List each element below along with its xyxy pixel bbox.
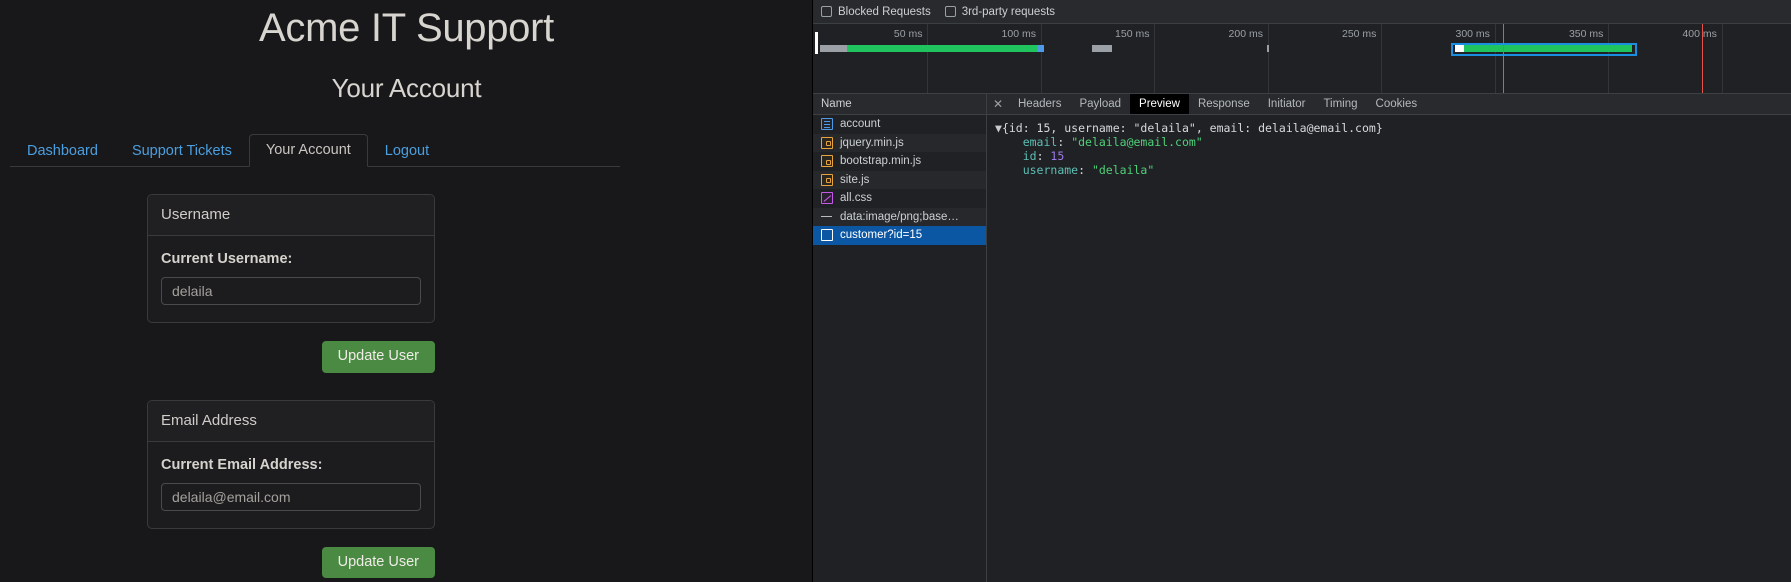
detail-tab-cookies[interactable]: Cookies — [1367, 94, 1427, 114]
email-button-row: Update User — [0, 546, 435, 578]
username-input[interactable] — [161, 277, 421, 305]
request-row[interactable]: jquery.min.js — [813, 133, 986, 152]
expand-arrow-icon[interactable]: ▼ — [995, 121, 1002, 135]
page-content: Acme IT Support Your Account Dashboard S… — [0, 0, 812, 578]
network-timeline-overview[interactable]: 50 ms 100 ms 150 ms 200 ms 250 ms 300 ms 350 m… — [813, 24, 1791, 94]
nav-tab-logout[interactable]: Logout — [368, 135, 446, 168]
timeline-event-marker — [1702, 24, 1704, 93]
script-icon — [821, 173, 833, 186]
preview-json-viewer[interactable]: ▼{id: 15, username: "delaila", email: de… — [987, 115, 1791, 582]
current-username-label: Current Username: — [161, 251, 293, 267]
json-property-row: username: "delaila" — [1022, 163, 1155, 177]
update-email-button[interactable]: Update User — [321, 546, 435, 578]
third-party-requests-checkbox[interactable]: 3rd-party requests — [944, 5, 1056, 18]
close-icon[interactable]: ✕ — [987, 94, 1009, 114]
json-summary-line[interactable]: ▼{id: 15, username: "delaila", email: de… — [995, 121, 1791, 135]
blocked-requests-label: Blocked Requests — [838, 5, 931, 18]
image-icon — [821, 211, 833, 223]
json-summary-mid: , email: — [1195, 121, 1259, 135]
json-summary-prefix: {id: 15, username: — [1001, 121, 1134, 135]
timeline-request-bar — [1450, 43, 1637, 56]
detail-tab-response[interactable]: Response — [1189, 94, 1259, 114]
json-key: username — [1022, 163, 1079, 177]
xhr-icon — [821, 229, 833, 242]
nav-tab-your-account[interactable]: Your Account — [248, 133, 368, 167]
request-name: data:image/png;base… — [840, 210, 959, 223]
request-list-panel: Name account jquery.min.js bootstrap.min.j… — [813, 94, 987, 582]
request-name: customer?id=15 — [840, 229, 923, 242]
request-row[interactable]: site.js — [813, 170, 986, 189]
request-name: jquery.min.js — [840, 136, 904, 149]
blocked-requests-checkbox[interactable]: Blocked Requests — [821, 6, 931, 18]
current-email-label: Current Email Address: — [161, 456, 323, 473]
request-row[interactable]: bootstrap.min.js — [813, 152, 986, 171]
email-card-header: Email Address — [148, 400, 434, 442]
json-key: email — [1022, 135, 1058, 149]
request-row[interactable]: all.css — [813, 189, 986, 208]
json-summary-email: delaila@email.com — [1258, 121, 1376, 135]
timeline-tick — [813, 24, 1723, 93]
request-name: all.css — [840, 192, 872, 205]
json-value: 15 — [1050, 149, 1065, 163]
json-value: "delaila@email.com" — [1071, 135, 1203, 149]
json-property-rows: email: "delaila@email.com" id: 15 userna… — [995, 135, 1791, 177]
json-property-row: email: "delaila@email.com" — [1022, 135, 1203, 149]
username-card-header: Username — [148, 195, 434, 236]
script-icon — [821, 136, 833, 149]
screen: Acme IT Support Your Account Dashboard S… — [0, 0, 1791, 582]
update-username-button[interactable]: Update User — [321, 341, 435, 373]
detail-tab-preview[interactable]: Preview — [1130, 94, 1189, 114]
request-detail-tabs: ✕ Headers Payload Preview Response Initiator… — [987, 94, 1791, 115]
timeline-request-bar — [846, 45, 1038, 52]
email-card-body: Current Email Address: — [148, 442, 434, 528]
email-card: Email Address Current Email Address: — [147, 399, 435, 529]
username-card: Username Current Username: — [147, 194, 435, 323]
main-navigation-tabs: Dashboard Support Tickets Your Account L… — [10, 133, 620, 167]
devtools-network-panel: Blocked Requests 3rd-party requests 50 m… — [813, 0, 1791, 582]
email-input[interactable] — [161, 482, 421, 511]
json-value: "delaila" — [1091, 163, 1155, 177]
timeline-request-bar — [819, 45, 847, 52]
timeline-request-bar — [1091, 45, 1113, 52]
request-name-column-header[interactable]: Name — [813, 94, 986, 115]
checkbox-icon — [821, 6, 832, 17]
request-name: bootstrap.min.js — [840, 155, 922, 168]
json-summary-username: "delaila" — [1133, 121, 1196, 135]
nav-tab-support-tickets[interactable]: Support Tickets — [115, 135, 249, 168]
timeline-request-bar — [1037, 45, 1045, 52]
request-name: site.js — [840, 173, 870, 186]
json-property-row: id: 15 — [1022, 149, 1065, 163]
page-title: Acme IT Support — [259, 6, 554, 50]
third-party-requests-label: 3rd-party requests — [961, 5, 1056, 18]
nav-tab-dashboard[interactable]: Dashboard — [10, 135, 115, 168]
network-main-split: Name account jquery.min.js bootstrap.min.j… — [813, 94, 1791, 582]
username-card-body: Current Username: — [148, 236, 434, 322]
request-list[interactable]: account jquery.min.js bootstrap.min.js site… — [813, 115, 986, 582]
timeline-tick-label: 400 ms — [1682, 28, 1717, 40]
username-button-row: Update User — [0, 341, 435, 373]
timeline-start-cursor — [815, 32, 818, 54]
page-subtitle: Your Account — [331, 73, 482, 103]
stylesheet-icon — [821, 192, 833, 205]
checkbox-icon — [944, 6, 956, 17]
json-key: id — [1022, 149, 1037, 163]
request-detail-panel: ✕ Headers Payload Preview Response Initiator… — [987, 94, 1791, 582]
request-row[interactable]: account — [813, 115, 986, 134]
request-row[interactable]: data:image/png;base… — [813, 207, 986, 226]
script-icon — [821, 155, 833, 168]
detail-tab-payload[interactable]: Payload — [1070, 94, 1130, 114]
detail-tab-headers[interactable]: Headers — [1009, 94, 1070, 114]
timeline-request-bar — [1266, 45, 1269, 52]
detail-tab-initiator[interactable]: Initiator — [1259, 94, 1315, 114]
request-row[interactable]: customer?id=15 — [813, 226, 986, 245]
detail-tab-timing[interactable]: Timing — [1314, 94, 1366, 114]
browser-page-viewport: Acme IT Support Your Account Dashboard S… — [0, 0, 813, 582]
request-name: account — [840, 118, 881, 131]
json-summary-suffix: } — [1375, 121, 1383, 135]
network-filter-bar: Blocked Requests 3rd-party requests — [813, 0, 1791, 24]
document-icon — [821, 118, 833, 131]
timeline-event-marker — [1502, 24, 1504, 93]
